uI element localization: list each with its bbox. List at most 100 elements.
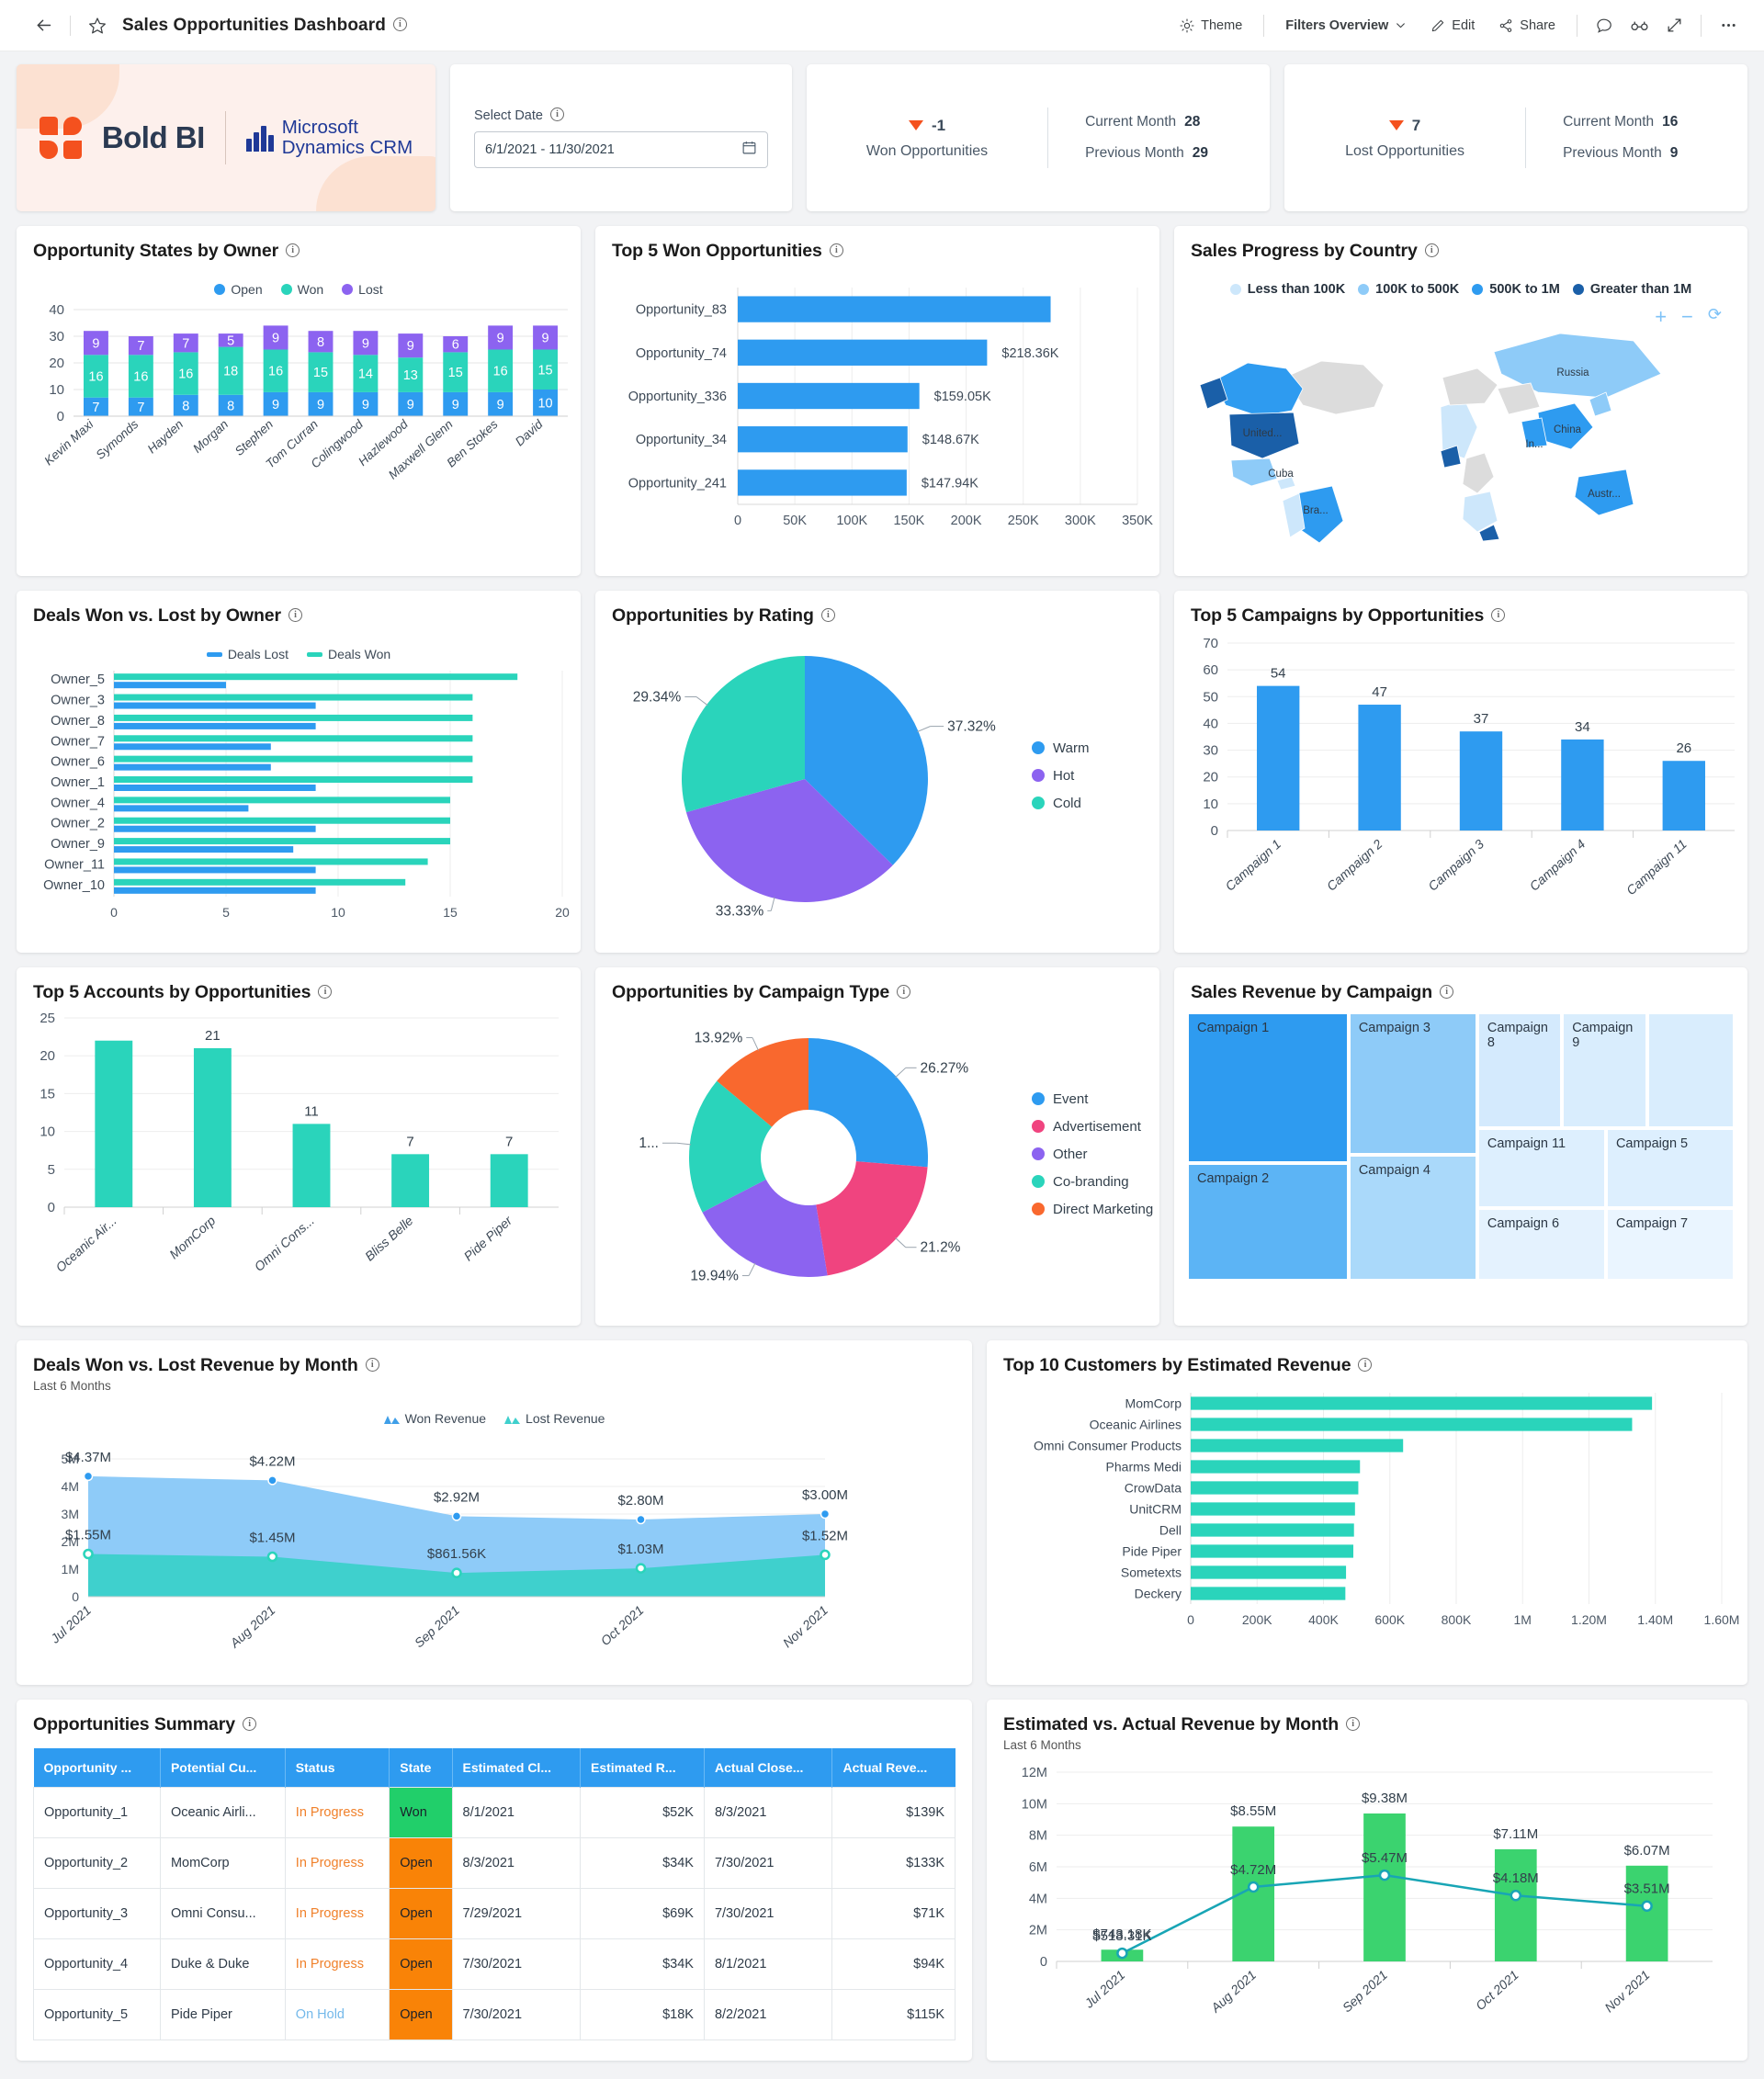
- info-icon[interactable]: i: [288, 608, 303, 622]
- info-icon[interactable]: i: [392, 17, 407, 31]
- treemap-tile[interactable]: Campaign 7: [1605, 1208, 1735, 1281]
- svg-text:Nov 2021: Nov 2021: [1601, 1967, 1652, 2015]
- brand-logo-card: Bold BI Microsoft Dynamics CRM: [17, 64, 435, 211]
- legend-item-lost-revenue[interactable]: Lost Revenue: [504, 1411, 605, 1426]
- info-icon[interactable]: i: [318, 985, 333, 999]
- theme-button[interactable]: Theme: [1170, 12, 1252, 40]
- widget-title: Opportunities Summary: [33, 1714, 236, 1734]
- svg-text:9: 9: [92, 336, 99, 351]
- calendar-icon[interactable]: [741, 140, 757, 159]
- map-reset-icon[interactable]: ⟳: [1708, 305, 1722, 329]
- svg-text:Morgan: Morgan: [190, 417, 231, 456]
- widget-subtitle: Last 6 Months: [33, 1379, 111, 1393]
- cell-opportunity-name: Opportunity_5: [33, 1989, 161, 2040]
- table-row[interactable]: Opportunity_2 MomCorp In Progress Open 8/3/2…: [33, 1837, 956, 1889]
- cell-potential-customer: Omni Consu...: [159, 1888, 286, 1939]
- svg-text:8: 8: [182, 399, 189, 413]
- svg-text:20: 20: [49, 356, 64, 371]
- svg-text:$147.94K: $147.94K: [922, 476, 978, 491]
- treemap-tile[interactable]: Campaign 6: [1476, 1208, 1606, 1281]
- widget-title: Sales Progress by Country: [1191, 241, 1418, 261]
- treemap-tile[interactable]: Campaign 2: [1187, 1162, 1349, 1281]
- table-column-header[interactable]: State: [389, 1748, 453, 1788]
- map-zoom-in-icon[interactable]: +: [1655, 305, 1667, 329]
- legend-item-lost[interactable]: Lost: [342, 282, 383, 297]
- cell-state: Open: [389, 1837, 453, 1889]
- info-icon[interactable]: i: [829, 243, 843, 257]
- svg-text:1M: 1M: [1514, 1612, 1532, 1627]
- svg-text:11: 11: [304, 1103, 319, 1119]
- table-row[interactable]: Opportunity_5 Pide Piper On Hold Open 7/30/2…: [33, 1989, 956, 2040]
- legend-item-lt100k[interactable]: Less than 100K: [1229, 282, 1345, 297]
- info-icon[interactable]: i: [286, 243, 300, 257]
- cell-actual-revenue: $139K: [831, 1787, 956, 1838]
- treemap-tile[interactable]: Campaign 11: [1476, 1127, 1606, 1209]
- info-icon[interactable]: i: [1358, 1358, 1373, 1372]
- bold-bi-logo-icon: [39, 117, 82, 159]
- table-column-header[interactable]: Actual Close...: [704, 1748, 833, 1788]
- info-icon[interactable]: i: [820, 608, 835, 622]
- cell-estimated-revenue: $18K: [580, 1989, 705, 2040]
- legend-item-deals-won[interactable]: Deals Won: [306, 647, 390, 661]
- binoculars-icon[interactable]: [1623, 10, 1655, 41]
- svg-text:10: 10: [537, 397, 552, 412]
- legend-item-open[interactable]: Open: [214, 282, 263, 297]
- svg-text:20: 20: [555, 905, 570, 920]
- info-icon[interactable]: i: [1440, 985, 1454, 999]
- legend-item-gt1m[interactable]: Greater than 1M: [1572, 282, 1691, 297]
- treemap-tile[interactable]: Campaign 5: [1605, 1127, 1735, 1209]
- info-icon[interactable]: i: [549, 107, 564, 121]
- table-row[interactable]: Opportunity_4 Duke & Duke In Progress Open 7…: [33, 1938, 956, 1990]
- legend-item-won[interactable]: Won: [280, 282, 323, 297]
- date-range-input[interactable]: 6/1/2021 - 11/30/2021: [474, 130, 768, 168]
- cell-estimated-close-date: 8/3/2021: [451, 1837, 582, 1889]
- table-column-header[interactable]: Estimated R...: [580, 1748, 705, 1788]
- widget-title: Top 5 Accounts by Opportunities: [33, 982, 311, 1002]
- svg-text:$8.55M: $8.55M: [1230, 1803, 1276, 1819]
- world-map[interactable]: Russia United... Cuba China In... Bra... Austr…: [1174, 297, 1747, 544]
- legend-item-deals-lost[interactable]: Deals Lost: [206, 647, 288, 661]
- legend-item-500k-1m[interactable]: 500K to 1M: [1472, 282, 1560, 297]
- table-column-header[interactable]: Status: [285, 1748, 390, 1788]
- table-column-header[interactable]: Estimated Cl...: [452, 1748, 582, 1788]
- treemap-tile[interactable]: Campaign 4: [1348, 1154, 1477, 1281]
- expand-icon[interactable]: [1658, 10, 1690, 41]
- svg-text:$3.51M: $3.51M: [1624, 1881, 1670, 1897]
- treemap-tile[interactable]: Campaign 3: [1348, 1012, 1477, 1155]
- treemap-tile[interactable]: Campaign 8: [1476, 1012, 1563, 1128]
- info-icon[interactable]: i: [897, 985, 911, 999]
- info-icon[interactable]: i: [365, 1358, 379, 1372]
- table-row[interactable]: Opportunity_3 Omni Consu... In Progress Ope…: [33, 1888, 956, 1939]
- svg-text:7: 7: [406, 1134, 413, 1149]
- info-icon[interactable]: i: [1346, 1717, 1361, 1731]
- widget-sales-revenue-by-campaign: Sales Revenue by Campaign i Campaign 1 Ca…: [1174, 967, 1747, 1326]
- treemap-tile[interactable]: Campaign 9: [1562, 1012, 1647, 1128]
- edit-button[interactable]: Edit: [1420, 12, 1485, 40]
- svg-text:16: 16: [133, 370, 148, 385]
- table-column-header[interactable]: Potential Cu...: [160, 1748, 286, 1788]
- table-column-header[interactable]: Actual Reve...: [831, 1748, 956, 1788]
- svg-text:Oceanic Air...: Oceanic Air...: [52, 1213, 119, 1274]
- treemap-tile[interactable]: Campaign 1: [1187, 1012, 1349, 1163]
- back-icon[interactable]: [28, 10, 59, 41]
- share-button[interactable]: Share: [1488, 12, 1566, 40]
- cell-estimated-revenue: $34K: [580, 1837, 705, 1889]
- legend-item-100k-500k[interactable]: 100K to 500K: [1358, 282, 1459, 297]
- cell-state: Open: [389, 1938, 453, 1990]
- treemap-tile[interactable]: [1646, 1012, 1735, 1128]
- more-horizontal-icon[interactable]: [1713, 10, 1744, 41]
- map-zoom-out-icon[interactable]: −: [1681, 305, 1693, 329]
- star-icon[interactable]: [82, 10, 113, 41]
- comment-icon[interactable]: [1589, 10, 1620, 41]
- info-icon[interactable]: i: [243, 1717, 257, 1731]
- info-icon[interactable]: i: [1491, 608, 1506, 622]
- table-column-header[interactable]: Opportunity ...: [33, 1748, 161, 1788]
- cell-actual-close-date: 7/30/2021: [703, 1888, 833, 1939]
- table-row[interactable]: Opportunity_1 Oceanic Airli... In Progress…: [33, 1787, 956, 1838]
- cell-actual-close-date: 8/3/2021: [703, 1787, 833, 1838]
- filters-overview-dropdown[interactable]: Filters Overview: [1275, 12, 1417, 40]
- legend-item-won-revenue[interactable]: Won Revenue: [383, 1411, 486, 1426]
- column-chart: 0 5 10 15 20 25 Oceanic Air... 21 MomCorp 11 Omni …: [40, 1011, 559, 1275]
- svg-text:7: 7: [505, 1134, 513, 1149]
- info-icon[interactable]: i: [1424, 243, 1439, 257]
